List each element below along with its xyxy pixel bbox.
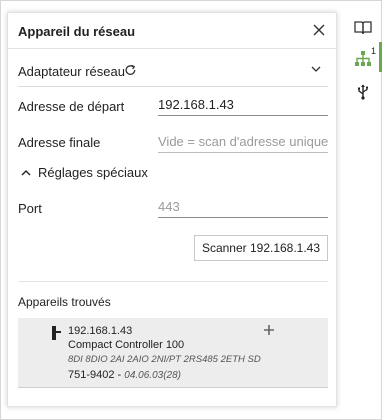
chevron-down-icon[interactable]	[310, 63, 322, 75]
network-device-panel: Appareil du réseau Adaptateur réseau Adr…	[7, 12, 337, 407]
refresh-icon[interactable]	[124, 64, 138, 78]
panel-title: Appareil du réseau	[18, 24, 136, 39]
panel-header: Appareil du réseau	[8, 13, 336, 49]
side-rail: 1	[346, 0, 382, 420]
special-settings-label: Réglages spéciaux	[38, 165, 148, 180]
start-address-label: Adresse de départ	[18, 99, 125, 114]
found-device-item[interactable]: 192.168.1.43 Compact Controller 100 8DI …	[18, 318, 328, 388]
device-separator: -	[114, 369, 125, 381]
end-address-label: Adresse finale	[18, 135, 101, 150]
device-ip: 192.168.1.43	[68, 325, 133, 337]
close-icon[interactable]	[312, 23, 326, 37]
plus-icon[interactable]	[263, 324, 275, 336]
device-firmware: 04.06.03(28)	[124, 370, 181, 381]
device-order-number: 751-9402	[68, 369, 115, 381]
start-address-input[interactable]	[158, 94, 328, 116]
adapter-select[interactable]: Adaptateur réseau	[18, 49, 328, 87]
chevron-up-icon	[20, 167, 32, 179]
device-name: Compact Controller 100	[68, 339, 185, 351]
network-badge: 1	[371, 46, 377, 56]
divider	[18, 281, 328, 282]
network-icon[interactable]	[354, 50, 372, 68]
end-address-input[interactable]	[158, 131, 328, 153]
scan-button[interactable]: Scanner 192.168.1.43	[194, 235, 328, 261]
adapter-label: Adaptateur réseau	[18, 64, 125, 79]
port-label: Port	[18, 201, 42, 216]
book-icon[interactable]	[354, 20, 372, 36]
device-description: 8DI 8DIO 2AI 2AIO 2NI/PT 2RS485 2ETH SD	[68, 354, 261, 365]
port-input[interactable]	[158, 196, 328, 218]
device-order-line: 751-9402 - 04.06.03(28)	[68, 369, 181, 381]
found-devices-label: Appareils trouvés	[18, 295, 111, 309]
device-icon	[52, 326, 62, 340]
usb-icon[interactable]	[356, 84, 370, 100]
